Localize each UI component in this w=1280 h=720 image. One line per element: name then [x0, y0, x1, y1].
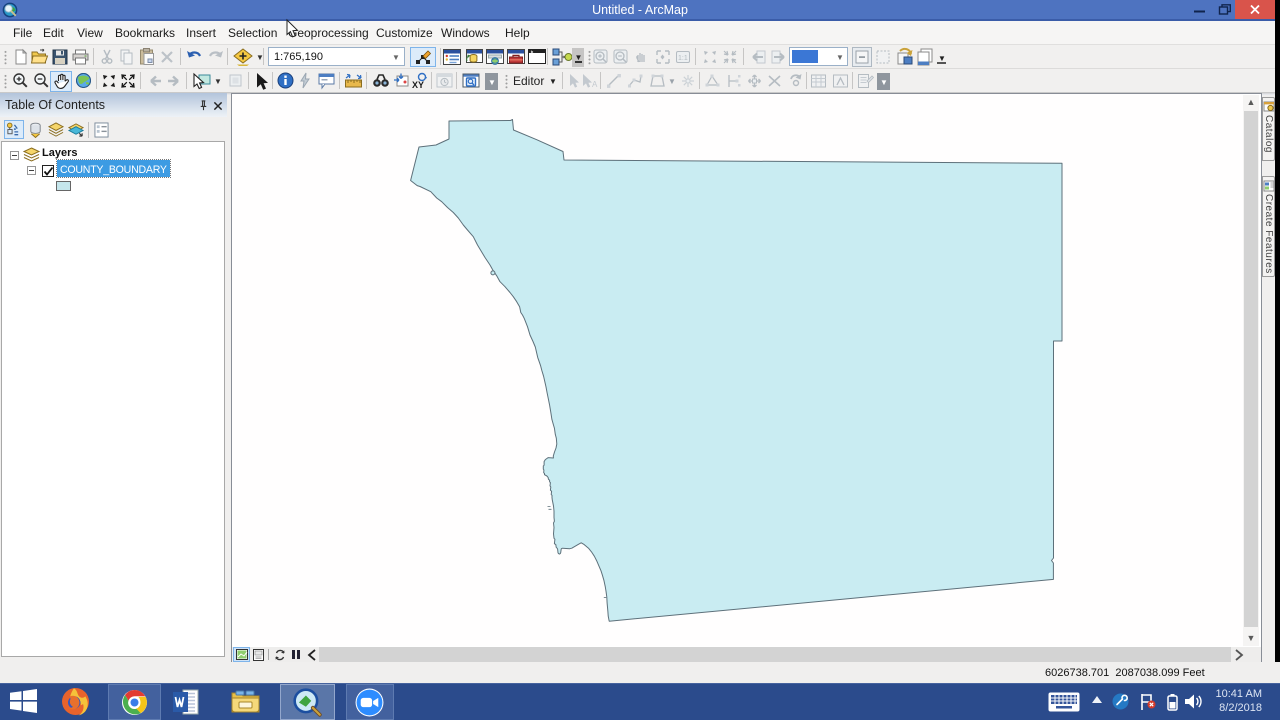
svg-text:A: A [592, 80, 598, 89]
svg-text:1:1: 1:1 [678, 55, 688, 62]
svg-text:XY: XY [412, 80, 424, 90]
